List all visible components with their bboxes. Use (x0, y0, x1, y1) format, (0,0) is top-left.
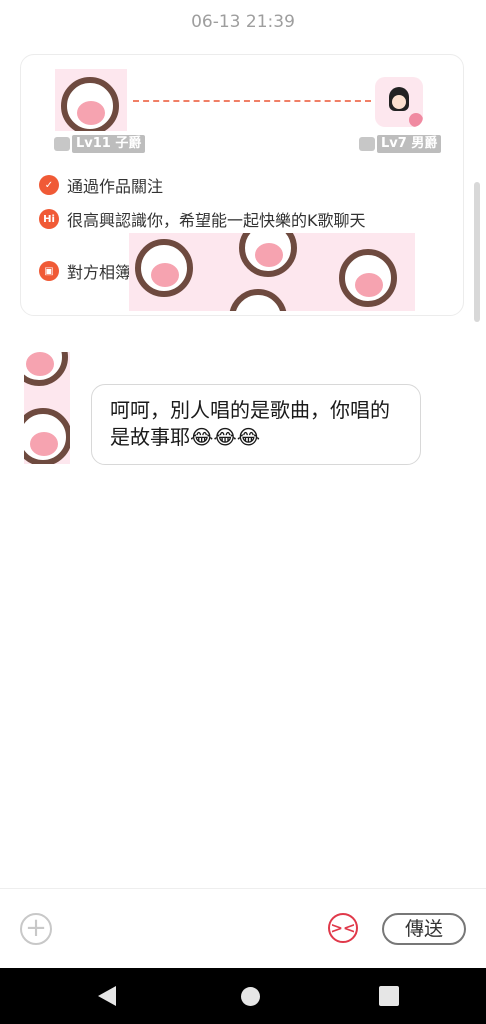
home-icon[interactable] (241, 987, 260, 1006)
follow-source-row: ✓ 通過作品關注 (39, 173, 163, 197)
plus-icon[interactable]: + (20, 913, 52, 945)
profile-card: Lv11 子爵 Lv7 男爵 ✓ 通過作品關注 Hi 很高興認識你，希望能一起快… (20, 54, 464, 316)
back-icon[interactable] (98, 986, 116, 1006)
level-text: Lv7 男爵 (377, 135, 442, 153)
album-row[interactable]: ▣ 對方相簿 (39, 259, 131, 283)
greeting-row: Hi 很高興認識你，希望能一起快樂的K歌聊天 (39, 207, 366, 231)
level-bag-icon (359, 137, 375, 151)
level-text: Lv11 子爵 (72, 135, 146, 153)
my-level-badge: Lv11 子爵 (54, 135, 146, 153)
other-level-badge: Lv7 男爵 (359, 135, 442, 153)
other-user-avatar[interactable] (375, 77, 423, 127)
hi-icon: Hi (39, 209, 59, 229)
person-follow-icon: ✓ (39, 175, 59, 195)
message-bubble[interactable]: 呵呵，別人唱的是歌曲，你唱的是故事耶😂😂😂 (91, 384, 421, 465)
sender-avatar[interactable] (24, 352, 70, 464)
input-bar: + >< 傳送 (0, 888, 486, 968)
emoji-icon[interactable]: >< (328, 913, 358, 943)
album-thumbnail[interactable] (129, 233, 415, 311)
connection-line (133, 100, 371, 102)
send-button[interactable]: 傳送 (382, 913, 466, 945)
photo-album-icon: ▣ (39, 261, 59, 281)
message-text: 呵呵，別人唱的是歌曲，你唱的是故事耶😂😂😂 (110, 398, 390, 449)
timestamp: 06-13 21:39 (191, 12, 295, 32)
level-bag-icon (54, 137, 70, 151)
system-nav-bar (0, 968, 486, 1024)
my-avatar[interactable] (55, 69, 127, 131)
scrollbar[interactable] (474, 182, 480, 322)
recent-apps-icon[interactable] (379, 986, 399, 1006)
